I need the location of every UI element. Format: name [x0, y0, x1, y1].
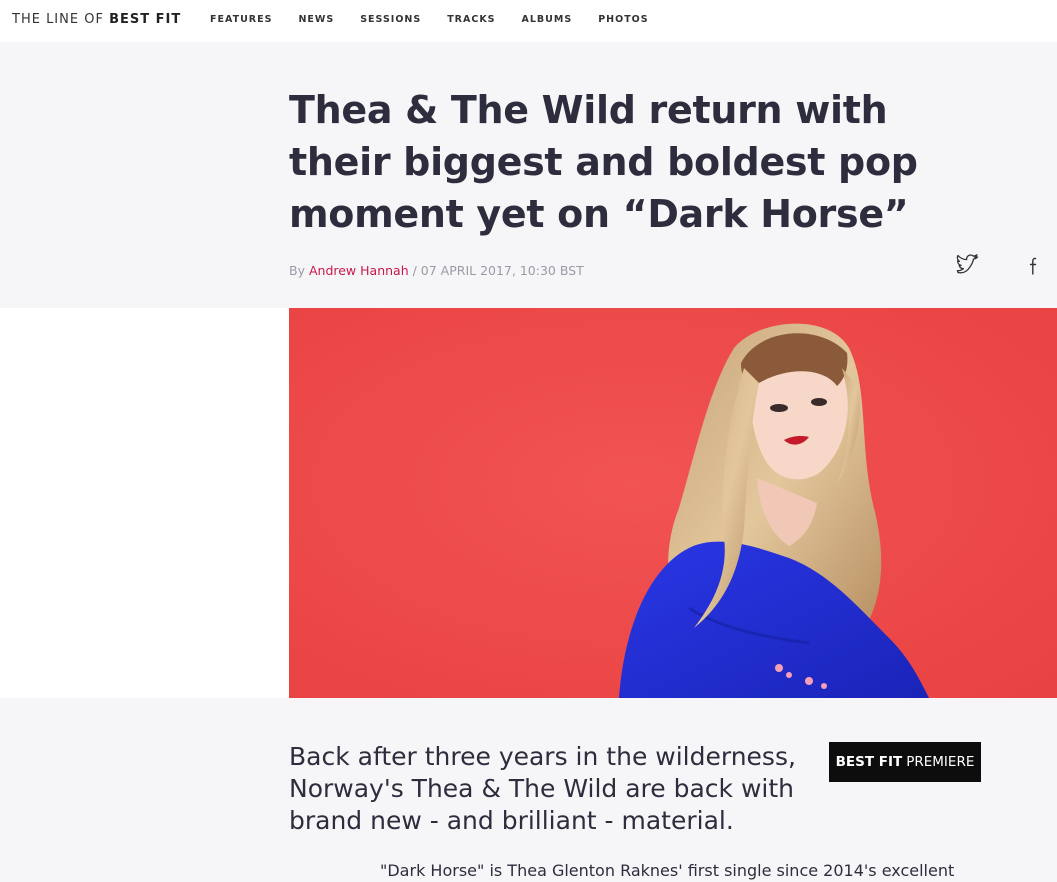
- nav-sessions[interactable]: SESSIONS: [360, 14, 421, 25]
- badge-text: PREMIERE: [906, 754, 975, 770]
- byline-prefix: By: [289, 263, 305, 278]
- top-navigation: THE LINE OF BEST FIT FEATURES NEWS SESSI…: [0, 0, 1057, 42]
- article-title: Thea & The Wild return with their bigges…: [289, 88, 918, 236]
- hero-image: [289, 308, 1057, 698]
- nav-photos[interactable]: PHOTOS: [598, 14, 648, 25]
- nav-features[interactable]: FEATURES: [210, 14, 272, 25]
- left-gutter: [0, 308, 289, 698]
- article-body: "Dark Horse" is Thea Glenton Raknes' fir…: [380, 861, 955, 880]
- article-standfirst: Back after three years in the wilderness…: [289, 742, 796, 835]
- facebook-icon[interactable]: [1026, 256, 1040, 276]
- site-logo[interactable]: THE LINE OF BEST FIT: [12, 12, 181, 27]
- twitter-icon[interactable]: [956, 254, 980, 276]
- article-byline: By Andrew Hannah / 07 APRIL 2017, 10:30 …: [289, 263, 584, 278]
- logo-prefix: THE LINE OF: [12, 12, 104, 27]
- nav-albums[interactable]: ALBUMS: [522, 14, 573, 25]
- nav-tracks[interactable]: TRACKS: [447, 14, 495, 25]
- author-link[interactable]: Andrew Hannah: [309, 263, 409, 278]
- premiere-badge: BEST FIT PREMIERE: [829, 742, 981, 782]
- nav-news[interactable]: NEWS: [298, 14, 334, 25]
- badge-strong: BEST FIT: [835, 754, 903, 770]
- publish-date: / 07 APRIL 2017, 10:30 BST: [412, 263, 584, 278]
- main-menu: FEATURES NEWS SESSIONS TRACKS ALBUMS PHO…: [210, 14, 675, 25]
- logo-strong: BEST FIT: [109, 12, 182, 27]
